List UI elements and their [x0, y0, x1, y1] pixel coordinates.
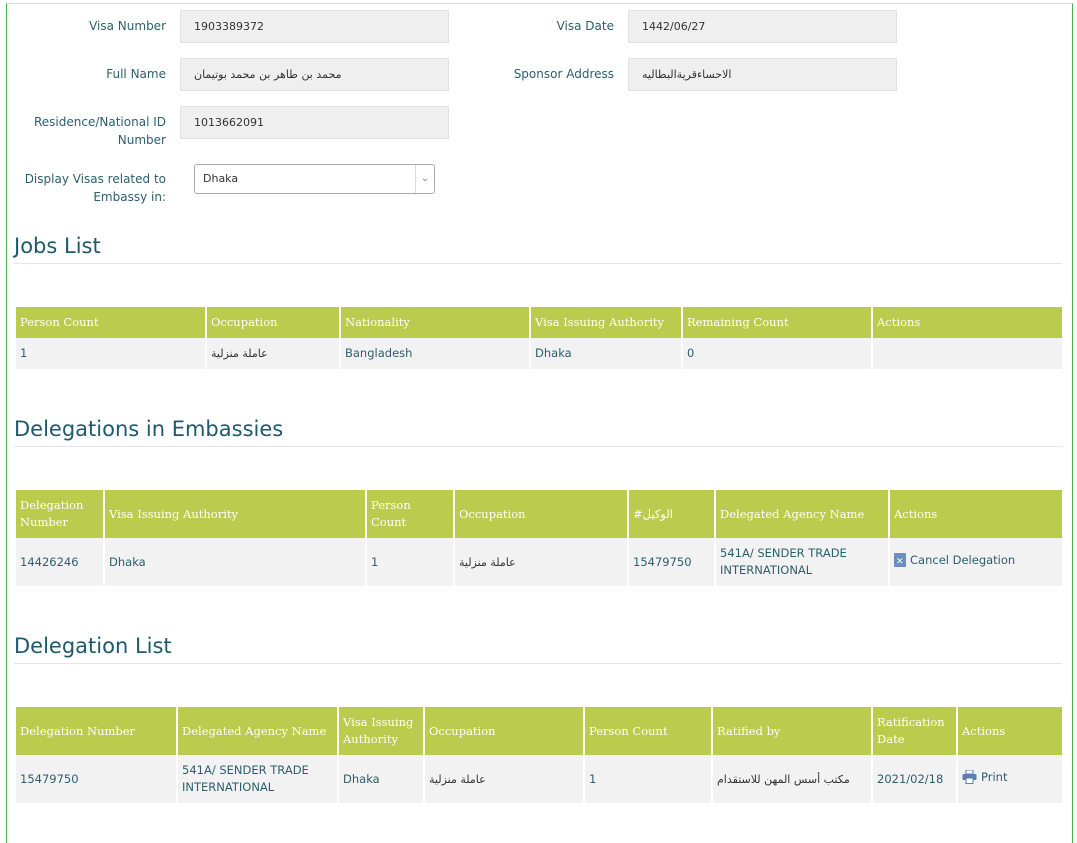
table-cell: 541A/ SENDER TRADE INTERNATIONAL [177, 755, 339, 803]
column-header: Visa Issuing Authority [104, 490, 367, 538]
cancel-delegation-link[interactable]: Cancel Delegation [894, 552, 1016, 571]
visa-number-label: Visa Number [89, 19, 166, 33]
print-icon [962, 770, 977, 785]
column-header: Delegation Number [16, 707, 178, 755]
column-header: Person Count [366, 490, 455, 538]
table-cell: Dhaka [530, 338, 683, 369]
table-cell: Print [957, 755, 1062, 803]
embassy-select[interactable]: Dhaka ⌄ [194, 164, 435, 194]
table-header-row: Delegation Number Delegated Agency Name … [16, 707, 1062, 755]
column-header: Actions [872, 307, 1062, 338]
column-header: #الوكيل [628, 490, 716, 538]
column-header: Nationality [340, 307, 531, 338]
table-cell: 14426246 [16, 538, 105, 586]
jobs-list-title: Jobs List [14, 234, 101, 258]
table-cell: عاملة منزلية [206, 338, 341, 369]
table-header-row: Delegation Number Visa Issuing Authority… [16, 490, 1062, 538]
table-cell: 2021/02/18 [872, 755, 958, 803]
full-name-label: Full Name [106, 67, 166, 81]
embassy-label: Display Visas related to Embassy in: [10, 170, 166, 206]
visa-number-field: 1903389372 [180, 10, 449, 43]
embassy-label-line1: Display Visas related to [24, 172, 166, 186]
table-cell [872, 338, 1062, 369]
visa-date-field: 1442/06/27 [628, 10, 897, 43]
column-header: Occupation [424, 707, 585, 755]
residence-id-field: 1013662091 [180, 106, 449, 139]
chevron-down-icon[interactable]: ⌄ [415, 165, 434, 193]
table-cell: 1 [16, 338, 207, 369]
divider [14, 663, 1062, 664]
embassy-delegations-title: Delegations in Embassies [14, 417, 284, 441]
table-cell: 1 [366, 538, 455, 586]
column-header: Visa Issuing Authority [530, 307, 683, 338]
column-header: Remaining Count [682, 307, 873, 338]
delegation-list-table: Delegation Number Delegated Agency Name … [16, 707, 1062, 803]
table-cell: Bangladesh [340, 338, 531, 369]
column-header: Visa Issuing Authority [338, 707, 425, 755]
table-header-row: Person Count Occupation Nationality Visa… [16, 307, 1062, 338]
table-cell: 541A/ SENDER TRADE INTERNATIONAL [715, 538, 890, 586]
table-cell: عاملة منزلية [424, 755, 585, 803]
table-cell: مكتب أسس المهن للاستقدام [712, 755, 873, 803]
divider [14, 263, 1062, 264]
column-header: Person Count [584, 707, 713, 755]
embassy-label-line2: Embassy in: [93, 190, 166, 204]
column-header: Occupation [454, 490, 629, 538]
column-header: Delegated Agency Name [177, 707, 339, 755]
table-cell: 0 [682, 338, 873, 369]
full-name-field: محمد بن طاهر بن محمد بوتيمان [180, 58, 449, 91]
residence-id-label-line1: Residence/National ID [34, 115, 166, 129]
print-link[interactable]: Print [962, 769, 1007, 786]
sponsor-address-label: Sponsor Address [513, 67, 614, 81]
embassy-select-value: Dhaka [203, 172, 239, 185]
table-cell: Cancel Delegation [889, 538, 1062, 586]
table-row: 1 عاملة منزلية Bangladesh Dhaka 0 [16, 338, 1062, 369]
print-label: Print [981, 769, 1008, 784]
column-header: Delegated Agency Name [715, 490, 890, 538]
jobs-table: Person Count Occupation Nationality Visa… [16, 307, 1062, 369]
table-row: 15479750 541A/ SENDER TRADE INTERNATIONA… [16, 755, 1062, 803]
column-header: Occupation [206, 307, 341, 338]
table-cell: Dhaka [104, 538, 367, 586]
column-header: Actions [957, 707, 1062, 755]
delegation-list-title: Delegation List [14, 634, 172, 658]
table-cell: 1 [584, 755, 713, 803]
cancel-delegation-icon [894, 553, 906, 571]
table-cell: عاملة منزلية [454, 538, 629, 586]
table-cell: 15479750 [16, 755, 178, 803]
table-cell: Dhaka [338, 755, 425, 803]
column-header: Person Count [16, 307, 207, 338]
divider [14, 446, 1062, 447]
sponsor-address-field: الاحساءقريةالبطاليه [628, 58, 897, 91]
residence-id-label: Residence/National ID Number [10, 113, 166, 149]
column-header: Ratification Date [872, 707, 958, 755]
cancel-delegation-label: Cancel Delegation [910, 552, 1016, 567]
table-cell: 15479750 [628, 538, 716, 586]
embassy-delegations-table: Delegation Number Visa Issuing Authority… [16, 490, 1062, 586]
column-header: Actions [889, 490, 1062, 538]
table-row: 14426246 Dhaka 1 عاملة منزلية 15479750 5… [16, 538, 1062, 586]
residence-id-label-line2: Number [117, 133, 166, 147]
visa-date-label: Visa Date [556, 19, 614, 33]
column-header: Ratified by [712, 707, 873, 755]
column-header: Delegation Number [16, 490, 105, 538]
